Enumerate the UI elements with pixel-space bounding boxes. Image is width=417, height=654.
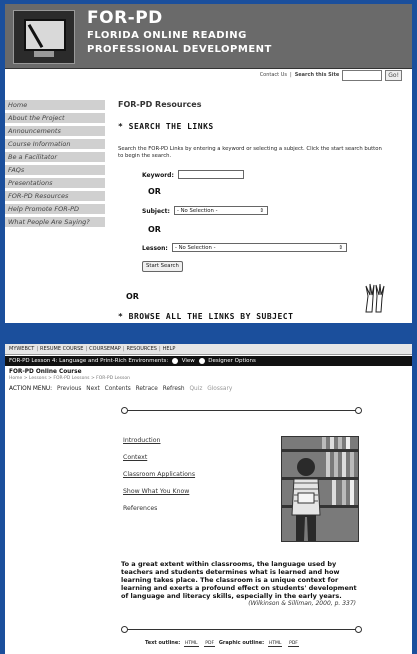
sidebar-nav: Home About the Project Announcements Cou…: [5, 100, 105, 230]
quote-citation: (Wilkinson & Silliman, 2000, p. 337): [248, 600, 356, 607]
dropdown-arrow-icon: ⇕: [259, 208, 264, 214]
toc-introduction[interactable]: Introduction: [123, 437, 160, 444]
lesson-title-bar: FOR-PD Lesson 4: Language and Print-Rich…: [5, 356, 412, 366]
action-retrace[interactable]: Retrace: [136, 386, 158, 392]
site-header: FOR-PD FLORIDA ONLINE READING PROFESSION…: [5, 4, 412, 69]
contact-link[interactable]: Contact Us: [260, 72, 287, 78]
resources-main: FOR-PD Resources * SEARCH THE LINKS Sear…: [118, 100, 408, 321]
toc-show-what-you-know[interactable]: Show What You Know: [123, 488, 189, 495]
graphic-outline-pdf-link[interactable]: PDF: [288, 641, 299, 647]
nav-item-about[interactable]: About the Project: [5, 113, 105, 123]
browse-links-heading: * BROWSE ALL THE LINKS BY SUBJECT: [118, 312, 294, 321]
text-outline-pdf-link[interactable]: PDF: [204, 641, 216, 647]
action-previous[interactable]: Previous: [57, 386, 82, 392]
action-menu-label: ACTION MENU:: [9, 386, 53, 392]
action-next[interactable]: Next: [86, 386, 100, 392]
site-title: FOR-PD: [87, 8, 163, 28]
nav-mywebct[interactable]: MYWEBCT: [9, 346, 34, 352]
site-search-input[interactable]: [342, 69, 383, 81]
designer-options-label: Designer Options: [208, 358, 256, 364]
view-label: View: [181, 358, 195, 364]
graphic-outline-html-link[interactable]: HTML: [267, 641, 283, 647]
action-menu: ACTION MENU: Previous Next Contents Retr…: [9, 386, 232, 392]
toc-context[interactable]: Context: [123, 454, 147, 461]
subject-select[interactable]: - No Selection - ⇕: [174, 206, 268, 215]
lesson-select[interactable]: - No Selection - ⇕: [172, 243, 347, 252]
nav-resources[interactable]: RESOURCES: [127, 346, 157, 352]
text-outline-label: Text outline:: [145, 640, 181, 646]
nav-item-faqs[interactable]: FAQs: [5, 165, 105, 175]
subject-label: Subject:: [142, 208, 170, 215]
or-label: OR: [148, 187, 161, 196]
raised-hands-icon: [365, 283, 385, 313]
course-title: FOR-PD Online Course: [9, 369, 82, 375]
nav-item-home[interactable]: Home: [5, 100, 105, 110]
toc-references[interactable]: References: [123, 505, 157, 512]
top-utility-bar: Contact Us | Search this Site Go!: [260, 69, 402, 81]
page-title: FOR-PD Resources: [118, 100, 202, 109]
go-button[interactable]: Go!: [385, 69, 402, 81]
search-links-heading: * SEARCH THE LINKS: [118, 122, 214, 131]
dropdown-arrow-icon: ⇕: [338, 245, 343, 251]
webct-lesson-page: MYWEBCT | RESUME COURSE | COURSEMAP | RESOU…: [5, 344, 412, 654]
outline-links: Text outline: HTML PDF Graphic outline: …: [145, 640, 301, 647]
action-refresh[interactable]: Refresh: [163, 386, 185, 392]
nav-item-facilitator[interactable]: Be a Facilitator: [5, 152, 105, 162]
decorative-divider: [121, 626, 362, 633]
nav-item-testimonials[interactable]: What People Are Saying?: [5, 217, 105, 227]
decorative-divider: [121, 407, 362, 414]
lesson-quote: To a great extent within classrooms, the…: [121, 560, 357, 600]
start-search-button[interactable]: Start Search: [142, 261, 183, 272]
keyword-input[interactable]: [178, 170, 244, 179]
site-subtitle-line2: PROFESSIONAL DEVELOPMENT: [87, 44, 272, 55]
nav-item-help-promote[interactable]: Help Promote FOR-PD: [5, 204, 105, 214]
action-glossary[interactable]: Glossary: [207, 386, 232, 392]
computer-logo-icon: [13, 10, 75, 64]
designer-options-radio[interactable]: [198, 357, 205, 364]
graphic-outline-label: Graphic outline:: [218, 640, 265, 646]
action-quiz[interactable]: Quiz: [189, 386, 202, 392]
view-radio[interactable]: [171, 357, 178, 364]
nav-item-presentations[interactable]: Presentations: [5, 178, 105, 188]
search-description: Search the FOR-PD Links by entering a ke…: [118, 146, 382, 159]
or-label: OR: [126, 292, 139, 301]
text-outline-html-link[interactable]: HTML: [184, 641, 199, 647]
lesson-title: FOR-PD Lesson 4: Language and Print-Rich…: [9, 358, 169, 364]
nav-item-resources[interactable]: FOR-PD Resources: [5, 191, 105, 201]
nav-coursemap[interactable]: COURSEMAP: [89, 346, 121, 352]
webct-top-nav: MYWEBCT | RESUME COURSE | COURSEMAP | RESOU…: [5, 344, 412, 355]
toc-classroom-applications[interactable]: Classroom Applications: [123, 471, 195, 478]
breadcrumb[interactable]: Home > Lessons > FOR-PD Lessons > FOR-PD…: [9, 376, 130, 381]
or-label: OR: [148, 225, 161, 234]
action-contents[interactable]: Contents: [105, 386, 131, 392]
search-site-label: Search this Site: [294, 72, 340, 78]
nav-help[interactable]: HELP: [163, 346, 176, 352]
site-subtitle-line1: FLORIDA ONLINE READING: [87, 30, 247, 41]
for-pd-resources-page: FOR-PD FLORIDA ONLINE READING PROFESSION…: [5, 4, 412, 323]
nav-item-course-information[interactable]: Course Information: [5, 139, 105, 149]
student-reading-photo: [281, 436, 359, 542]
nav-resume-course[interactable]: RESUME COURSE: [40, 346, 83, 352]
keyword-label: Keyword:: [142, 172, 174, 179]
lesson-label: Lesson:: [142, 245, 168, 252]
nav-item-announcements[interactable]: Announcements: [5, 126, 105, 136]
